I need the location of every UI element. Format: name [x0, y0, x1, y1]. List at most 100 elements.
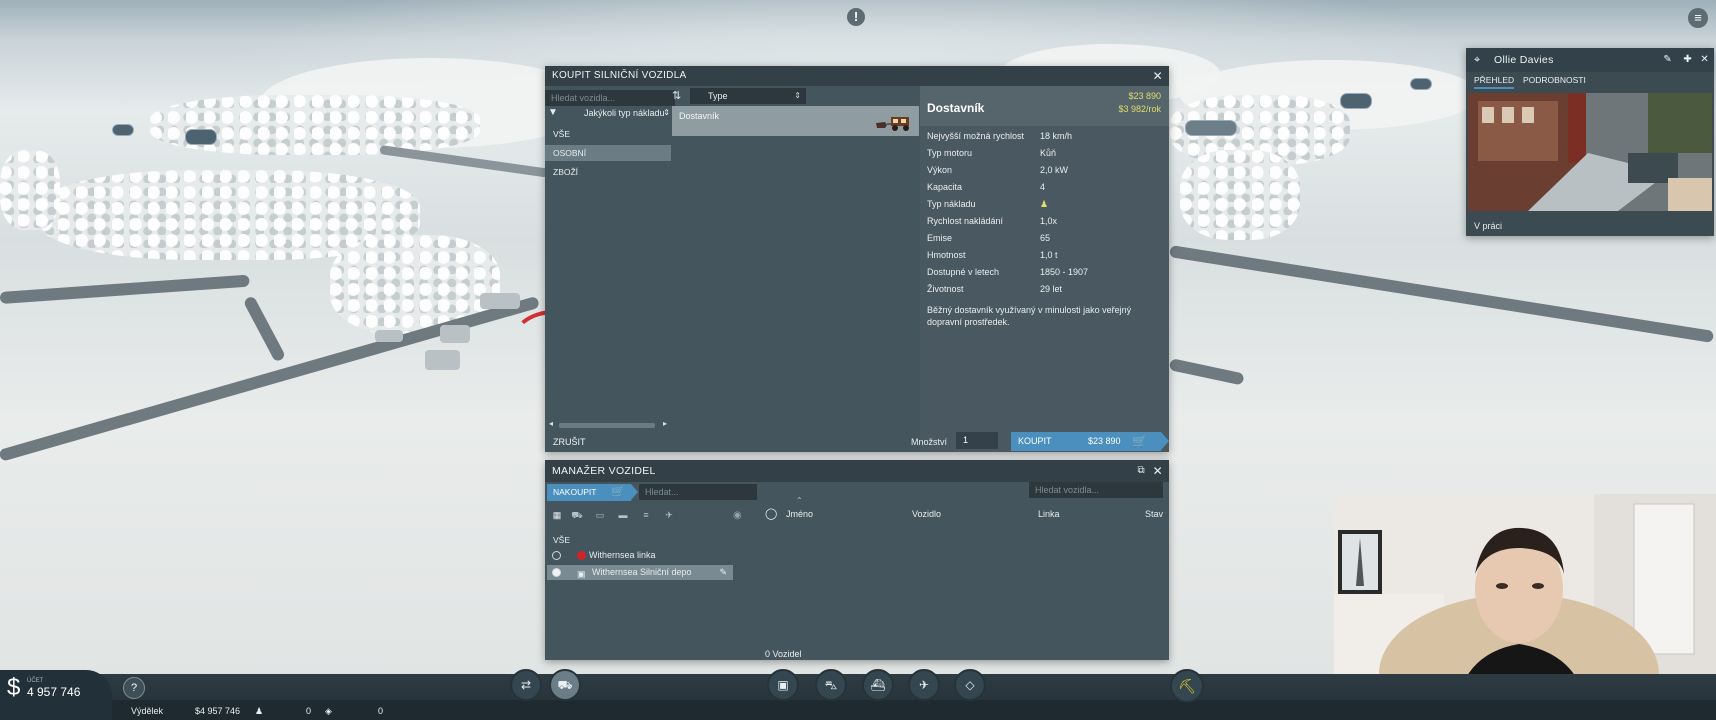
vehicle-search-input[interactable]: Hledat vozidla... [1029, 482, 1163, 498]
terrain-icon[interactable]: ◇ [954, 669, 986, 701]
close-icon[interactable]: ✕ [1700, 48, 1709, 72]
popout-icon[interactable]: ⧉ [1138, 460, 1145, 482]
citizens-icon: ♟ [255, 706, 264, 716]
line-row[interactable]: ▣ Withernsea Silniční depo ✎ [547, 565, 733, 580]
category-goods[interactable]: ZBOŽÍ [545, 164, 671, 180]
road [0, 274, 250, 304]
spec-value: 1850 - 1907 [1040, 267, 1089, 277]
vehicle-search-input[interactable]: Hledat vozidla... [545, 90, 675, 106]
bus-icon[interactable]: ▭ [593, 510, 607, 522]
sort-up-icon[interactable]: ⌃ [796, 496, 803, 505]
sort-icon[interactable]: ⇅ [672, 89, 686, 103]
spec-row: Dostupné v letech 1850 - 1907 [927, 267, 1088, 277]
button-arrow [631, 484, 638, 500]
ship-icon[interactable]: ⛴ [862, 669, 894, 701]
column-status[interactable]: Stav [1145, 509, 1163, 519]
balance-display[interactable]: $ ÚČET 4 957 746 [0, 670, 112, 720]
plane-icon[interactable]: ✈ [908, 669, 940, 701]
buy-tab-label: NAKOUPIT [553, 487, 597, 497]
lines-all-label[interactable]: VŠE [553, 535, 570, 545]
column-line[interactable]: Linka [1038, 509, 1060, 519]
building [425, 350, 460, 370]
buy-button[interactable]: KOUPIT $23 890 🛒 [1011, 432, 1169, 451]
spec-row: Výkon 2,0 kW [927, 165, 1068, 175]
line-search-input[interactable]: Hledat... [639, 484, 757, 500]
chevron-updown-icon: ⇕ [794, 91, 801, 100]
type-dropdown[interactable]: Type ⇕ [690, 88, 806, 104]
vehicle-details-panel: Dostavník $23 890 $3 982/rok Nejvyšší mo… [920, 86, 1169, 452]
pin-icon[interactable]: ✚ [1683, 48, 1692, 72]
bulldozer-icon[interactable]: ⛏ [1170, 669, 1204, 703]
spec-label: Typ nákladu [927, 199, 976, 209]
edit-icon[interactable]: ✎ [719, 565, 727, 580]
close-icon[interactable]: ✕ [1153, 460, 1163, 482]
dollar-icon: $ [7, 674, 21, 701]
forest [0, 150, 60, 230]
scroll-right-icon[interactable]: ▸ [663, 419, 667, 428]
radio-icon[interactable] [552, 551, 561, 560]
grid-icon[interactable]: ▦ [550, 510, 564, 522]
spec-label: Kapacita [927, 182, 963, 192]
cargo-filter-dropdown[interactable]: ▼ Jakýkoli typ nákladu ⇕ [548, 106, 672, 122]
character-status: V práci [1474, 221, 1503, 231]
line-row[interactable]: Withernsea linka [547, 548, 733, 563]
scroll-left-icon[interactable]: ◂ [549, 419, 553, 428]
building [440, 325, 470, 343]
vehicle-running-cost: $3 982/rok [1118, 104, 1161, 114]
close-icon[interactable]: ✕ [1153, 66, 1163, 86]
spec-row: Životnost 29 let [927, 284, 1062, 294]
tram-icon[interactable]: ▬ [616, 510, 630, 522]
edit-icon[interactable]: ✎ [1663, 48, 1672, 72]
spec-label: Životnost [927, 284, 964, 294]
horizontal-scrollbar[interactable]: ◂ ▸ [549, 419, 667, 430]
road [379, 145, 549, 178]
balance-label: ÚČET [27, 678, 44, 684]
eye-icon[interactable]: ◉ [733, 510, 742, 521]
vehicle-list-item[interactable]: Dostavník [672, 106, 919, 136]
road-vehicle-icon[interactable]: ⛟ [549, 669, 581, 701]
buy-vehicles-tab[interactable]: NAKOUPIT 🛒 [547, 484, 638, 501]
check-icon[interactable] [552, 568, 561, 577]
quantity-input[interactable]: 1 [956, 432, 998, 449]
character-name: Ollie Davies [1494, 54, 1554, 66]
town-marker[interactable] [1340, 93, 1372, 109]
tab-overview[interactable]: PŘEHLED [1474, 75, 1515, 89]
info-icon[interactable]: ! [847, 8, 865, 26]
refresh-icon[interactable]: ◯ [765, 507, 777, 520]
spec-label: Nejvyšší možná rychlost [927, 131, 1025, 141]
vehicle-manager-icon[interactable]: ▣ [767, 669, 799, 701]
character-location-image [1468, 93, 1712, 211]
cancel-button[interactable]: ZRUŠIT [553, 437, 586, 447]
window-title: KOUPIT SILNIČNÍ VOZIDLA [552, 70, 687, 81]
category-passenger[interactable]: OSOBNÍ [545, 145, 671, 161]
road [1168, 358, 1245, 386]
passenger-icon: ♟ [1040, 199, 1049, 209]
train-icon[interactable]: ≡ [639, 510, 653, 522]
balance-value: 4 957 746 [27, 685, 81, 699]
plane-icon[interactable]: ✈ [662, 510, 676, 522]
town-marker[interactable] [112, 124, 134, 136]
character-card: ⌖ Ollie Davies ✎ ✚ ✕ PŘEHLED PODROBNOSTI… [1466, 48, 1714, 236]
spec-value: Kůň [1040, 148, 1057, 158]
industry-marker[interactable] [1185, 120, 1237, 136]
shuffle-icon[interactable]: ⇄ [510, 669, 542, 701]
buy-button-price: $23 890 [1088, 436, 1121, 446]
button-arrow [1161, 432, 1169, 450]
spec-label: Emise [927, 233, 953, 243]
tab-details[interactable]: PODROBNOSTI [1523, 75, 1586, 85]
category-all[interactable]: VŠE [545, 126, 671, 142]
column-name[interactable]: Jméno [786, 509, 813, 519]
menu-icon[interactable]: ≡ [1688, 8, 1708, 28]
location-pin-icon[interactable]: ⌖ [1474, 48, 1481, 72]
town-marker[interactable] [185, 129, 217, 145]
column-vehicle[interactable]: Vozidlo [912, 509, 941, 519]
spec-value: 65 [1040, 233, 1051, 243]
window-title: MANAŽER VOZIDEL [552, 465, 656, 477]
expense-value: $4 957 746 [195, 706, 241, 716]
help-icon[interactable]: ? [123, 677, 145, 699]
bus-icon[interactable]: ⛍ [815, 669, 847, 701]
town-marker[interactable] [1410, 78, 1432, 90]
scroll-thumb[interactable] [559, 423, 655, 428]
truck-icon[interactable]: ⛟ [570, 510, 584, 522]
forest [150, 95, 480, 155]
